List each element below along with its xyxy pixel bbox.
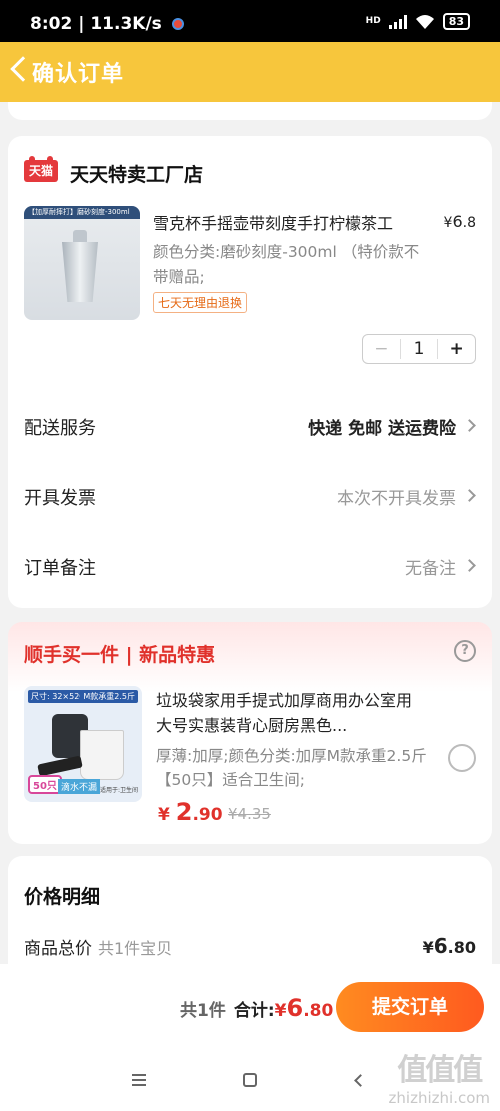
price-decimal: .80	[303, 1001, 334, 1021]
network-speed: 11.3K/s	[90, 14, 162, 34]
quantity-stepper: − 1 +	[362, 334, 476, 364]
help-icon[interactable]: ?	[454, 640, 476, 662]
use-badge: 适用于:卫生间	[99, 787, 138, 794]
tmall-logo-icon: 天猫	[24, 156, 58, 182]
price-detail-title: 价格明细	[24, 886, 101, 908]
currency-symbol: ¥	[422, 938, 434, 957]
recommend-product-title[interactable]: 垃圾袋家用手提式加厚商用办公室用大号实惠装背心厨房黑色...	[156, 688, 426, 738]
delivery-service-row[interactable]: 配送服务 快递 免邮 送运费险	[24, 410, 476, 440]
price-decimal: .80	[447, 938, 476, 957]
recommend-product-spec: 厚薄:加厚;颜色分类:加厚M款承重2.5斤【50只】适合卫生间;	[156, 747, 427, 789]
status-time-speed: 8:02 | 11.3K/s	[30, 14, 184, 34]
product-image[interactable]: 【加厚耐摔打】磨砂刻度-300ml	[24, 206, 140, 320]
recommend-card: 顺手买一件 | 新品特惠 ? 尺寸: 32×52CM M款承重2.5斤 50只 …	[8, 622, 492, 844]
product-title[interactable]: 雪克杯手摇壶带刻度手打柠檬茶工	[153, 210, 438, 234]
sum-label: 合计:	[233, 1001, 275, 1021]
recent-apps-icon[interactable]	[132, 1074, 146, 1086]
item-count: 共1件	[180, 1001, 226, 1021]
price-integer: 6	[452, 212, 463, 231]
chevron-right-icon	[463, 419, 476, 432]
recommend-title: 顺手买一件 | 新品特惠	[24, 644, 216, 666]
price-integer: 6	[286, 994, 304, 1022]
shop-name[interactable]: 天天特卖工厂店	[70, 160, 203, 187]
order-summary: 共1件 合计:¥6.80	[180, 994, 333, 1022]
price-decimal: .8	[462, 215, 476, 231]
signal-icon	[388, 14, 407, 29]
submit-order-button[interactable]: 提交订单	[336, 982, 484, 1032]
home-icon[interactable]	[243, 1073, 257, 1087]
invoice-value: 本次不开具发票	[337, 489, 456, 509]
leak-badge: 滴水不漏	[58, 779, 101, 794]
price-integer: 6	[433, 934, 448, 958]
goods-total-row: 商品总价 共1件宝贝 ¥6.80	[24, 934, 476, 959]
recommend-product-image[interactable]: 尺寸: 32×52CM M款承重2.5斤 50只 滴水不漏 适用于:卫生间	[24, 686, 142, 802]
chevron-right-icon	[463, 489, 476, 502]
status-bar: 8:02 | 11.3K/s HD 83	[0, 0, 500, 42]
price-decimal: .90	[192, 805, 223, 825]
increase-quantity-button[interactable]: +	[437, 339, 475, 359]
currency-symbol: ¥	[274, 1001, 287, 1021]
trash-bin-shape	[80, 730, 124, 780]
quantity-value[interactable]: 1	[401, 339, 438, 359]
invoice-row[interactable]: 开具发票 本次不开具发票	[24, 480, 476, 510]
select-recommend-radio[interactable]	[448, 744, 476, 772]
invoice-label: 开具发票	[24, 488, 96, 509]
recommend-old-price: ¥4.35	[228, 805, 271, 823]
sum-amount: ¥6.80	[274, 994, 334, 1022]
delivery-label: 配送服务	[24, 418, 96, 439]
shaker-body-shape	[62, 242, 98, 302]
wifi-icon	[415, 14, 434, 29]
goods-total-count: 共1件宝贝	[98, 939, 173, 958]
currency-symbol: ¥	[158, 805, 170, 825]
clock: 8:02	[30, 14, 73, 34]
decrease-quantity-button[interactable]: −	[363, 339, 401, 359]
goods-total-price: ¥6.80	[423, 934, 476, 958]
page-title: 确认订单	[32, 62, 125, 87]
order-card: 天猫 天天特卖工厂店 【加厚耐摔打】磨砂刻度-300ml 雪克杯手摇壶带刻度手打…	[8, 136, 492, 608]
watermark-url: zhizhizhi.com	[388, 1089, 490, 1107]
product-spec: 颜色分类:磨砂刻度-300ml （特价款不带赠品;	[153, 243, 420, 286]
checkout-bar: 共1件 合计:¥6.80 提交订单	[0, 964, 500, 1054]
shaker-cap-shape	[73, 230, 87, 242]
app-notification-icon	[171, 18, 184, 30]
delivery-value: 快递 免邮 送运费险	[308, 419, 456, 439]
order-remark-row[interactable]: 订单备注 无备注	[24, 550, 476, 580]
return-policy-badge: 七天无理由退换	[153, 292, 248, 313]
bag-roll-shape	[37, 755, 83, 777]
battery-icon: 83	[442, 13, 470, 30]
remark-label: 订单备注	[24, 558, 96, 579]
address-card-edge	[8, 102, 492, 120]
count-badge: 50只	[28, 775, 62, 794]
system-back-icon[interactable]	[354, 1074, 367, 1087]
product-price: ¥6.8	[444, 212, 476, 231]
watermark-logo: 值值值	[397, 1053, 483, 1088]
remark-value: 无备注	[405, 559, 456, 579]
load-label: M款承重2.5斤	[80, 690, 138, 703]
watermark: 值值值 zhizhizhi.com	[389, 1045, 490, 1107]
status-icons: HD 83	[366, 13, 470, 30]
hd-icon: HD	[365, 16, 381, 26]
product-image-band: 【加厚耐摔打】磨砂刻度-300ml	[24, 206, 140, 219]
recommend-price: ¥ 2.90	[158, 798, 223, 826]
chevron-right-icon	[463, 559, 476, 572]
page-header: 确认订单	[0, 42, 500, 102]
price-integer: 2	[175, 798, 193, 826]
goods-total-label: 商品总价	[24, 939, 92, 959]
